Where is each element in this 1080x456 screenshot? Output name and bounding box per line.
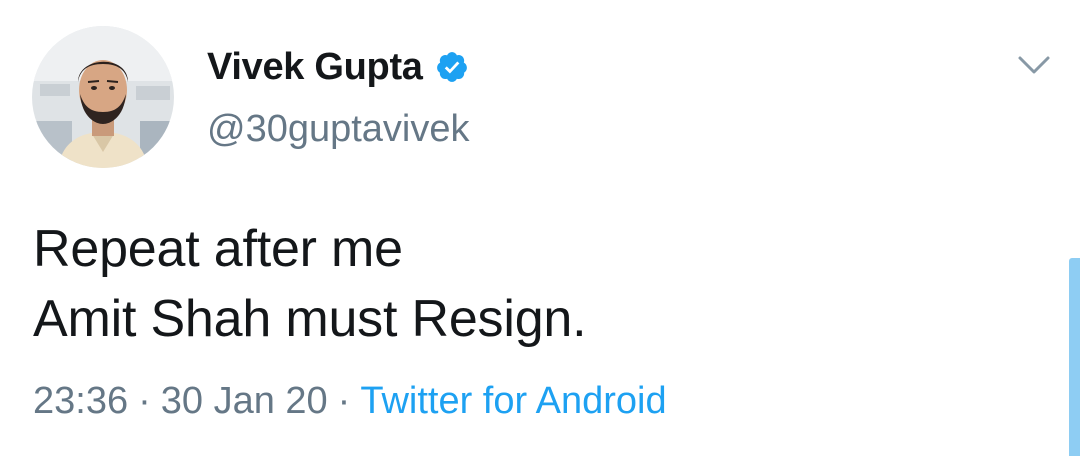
tweet-meta: 23:36 · 30 Jan 20 · Twitter for Android [33, 380, 667, 423]
tweet-time[interactable]: 23:36 [33, 380, 128, 422]
tweet-date[interactable]: 30 Jan 20 [161, 380, 328, 422]
separator: · [138, 380, 151, 422]
scrollbar[interactable] [1069, 258, 1080, 456]
display-name-row[interactable]: Vivek Gupta [207, 42, 469, 92]
chevron-down-icon[interactable] [1014, 48, 1054, 84]
verified-badge-icon [435, 50, 469, 84]
tweet-text: Repeat after me Amit Shah must Resign. [33, 214, 587, 354]
tweet-text-line: Amit Shah must Resign. [33, 290, 587, 348]
separator: · [337, 380, 351, 422]
avatar-image [32, 26, 174, 168]
avatar[interactable] [32, 26, 174, 168]
display-name[interactable]: Vivek Gupta [207, 46, 423, 89]
user-handle[interactable]: @30guptavivek [207, 108, 470, 151]
tweet-text-line: Repeat after me [33, 220, 403, 278]
tweet-card: Vivek Gupta @30guptavivek Repeat after m… [0, 0, 1080, 456]
tweet-source-link[interactable]: Twitter for Android [360, 380, 666, 422]
